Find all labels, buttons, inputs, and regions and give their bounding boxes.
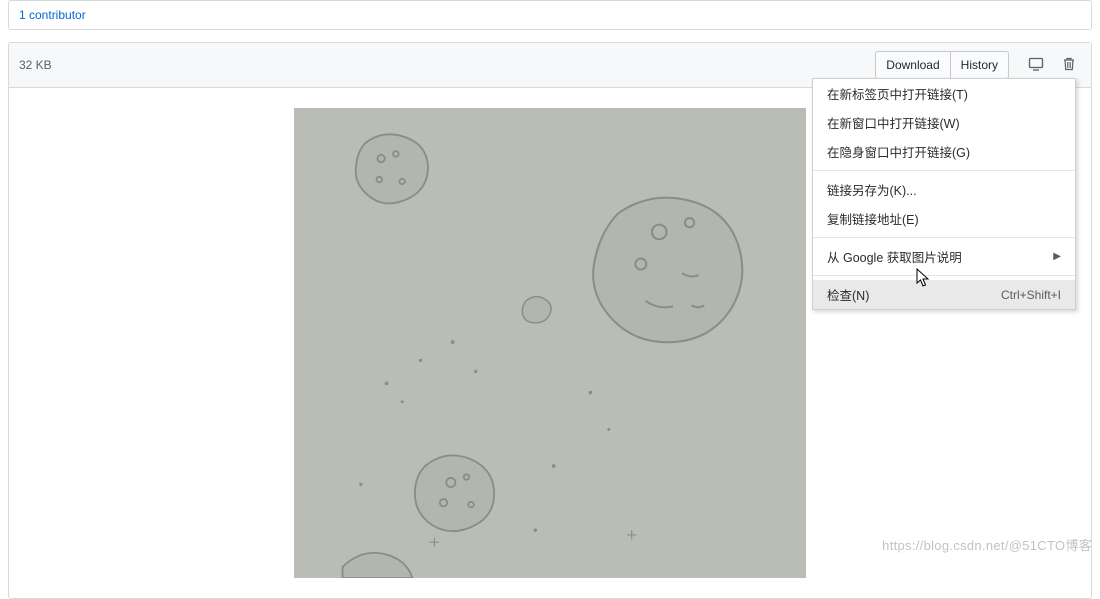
trash-icon <box>1062 56 1076 75</box>
ctx-label: 检查(N) <box>827 285 869 304</box>
image-preview[interactable] <box>294 108 806 578</box>
watermark: https://blog.csdn.net/@51CTO博客 <box>882 535 1092 554</box>
ctx-separator <box>813 275 1075 276</box>
ctx-label: 在隐身窗口中打开链接(G) <box>827 142 970 161</box>
delete-button[interactable] <box>1057 53 1081 78</box>
ctx-separator <box>813 237 1075 238</box>
history-button[interactable]: History <box>951 51 1009 79</box>
file-actions-group: Download History <box>875 51 1009 79</box>
download-button[interactable]: Download <box>875 51 950 79</box>
ctx-label: 复制链接地址(E) <box>827 209 919 228</box>
ctx-label: 链接另存为(K)... <box>827 180 917 199</box>
ctx-open-new-tab[interactable]: 在新标签页中打开链接(T) <box>813 79 1075 108</box>
ctx-copy-link-address[interactable]: 复制链接地址(E) <box>813 204 1075 233</box>
contributors-box: 1 contributor <box>8 0 1092 30</box>
desktop-download-icon <box>1028 56 1044 75</box>
contributor-link[interactable]: 1 contributor <box>19 8 86 22</box>
ctx-label: 在新窗口中打开链接(W) <box>827 113 960 132</box>
ctx-shortcut: Ctrl+Shift+I <box>1001 288 1061 302</box>
ctx-google-image-desc[interactable]: 从 Google 获取图片说明 ▶ <box>813 242 1075 271</box>
ctx-separator <box>813 170 1075 171</box>
ctx-open-incognito[interactable]: 在隐身窗口中打开链接(G) <box>813 137 1075 166</box>
ctx-label: 在新标签页中打开链接(T) <box>827 84 968 103</box>
file-size: 32 KB <box>19 58 52 72</box>
submenu-arrow-icon: ▶ <box>1053 251 1061 262</box>
context-menu: 在新标签页中打开链接(T) 在新窗口中打开链接(W) 在隐身窗口中打开链接(G)… <box>812 78 1076 310</box>
open-desktop-button[interactable] <box>1023 53 1049 78</box>
ctx-label: 从 Google 获取图片说明 <box>827 247 962 266</box>
ctx-open-new-window[interactable]: 在新窗口中打开链接(W) <box>813 108 1075 137</box>
ctx-save-link-as[interactable]: 链接另存为(K)... <box>813 175 1075 204</box>
ctx-inspect[interactable]: 检查(N) Ctrl+Shift+I <box>813 280 1075 309</box>
